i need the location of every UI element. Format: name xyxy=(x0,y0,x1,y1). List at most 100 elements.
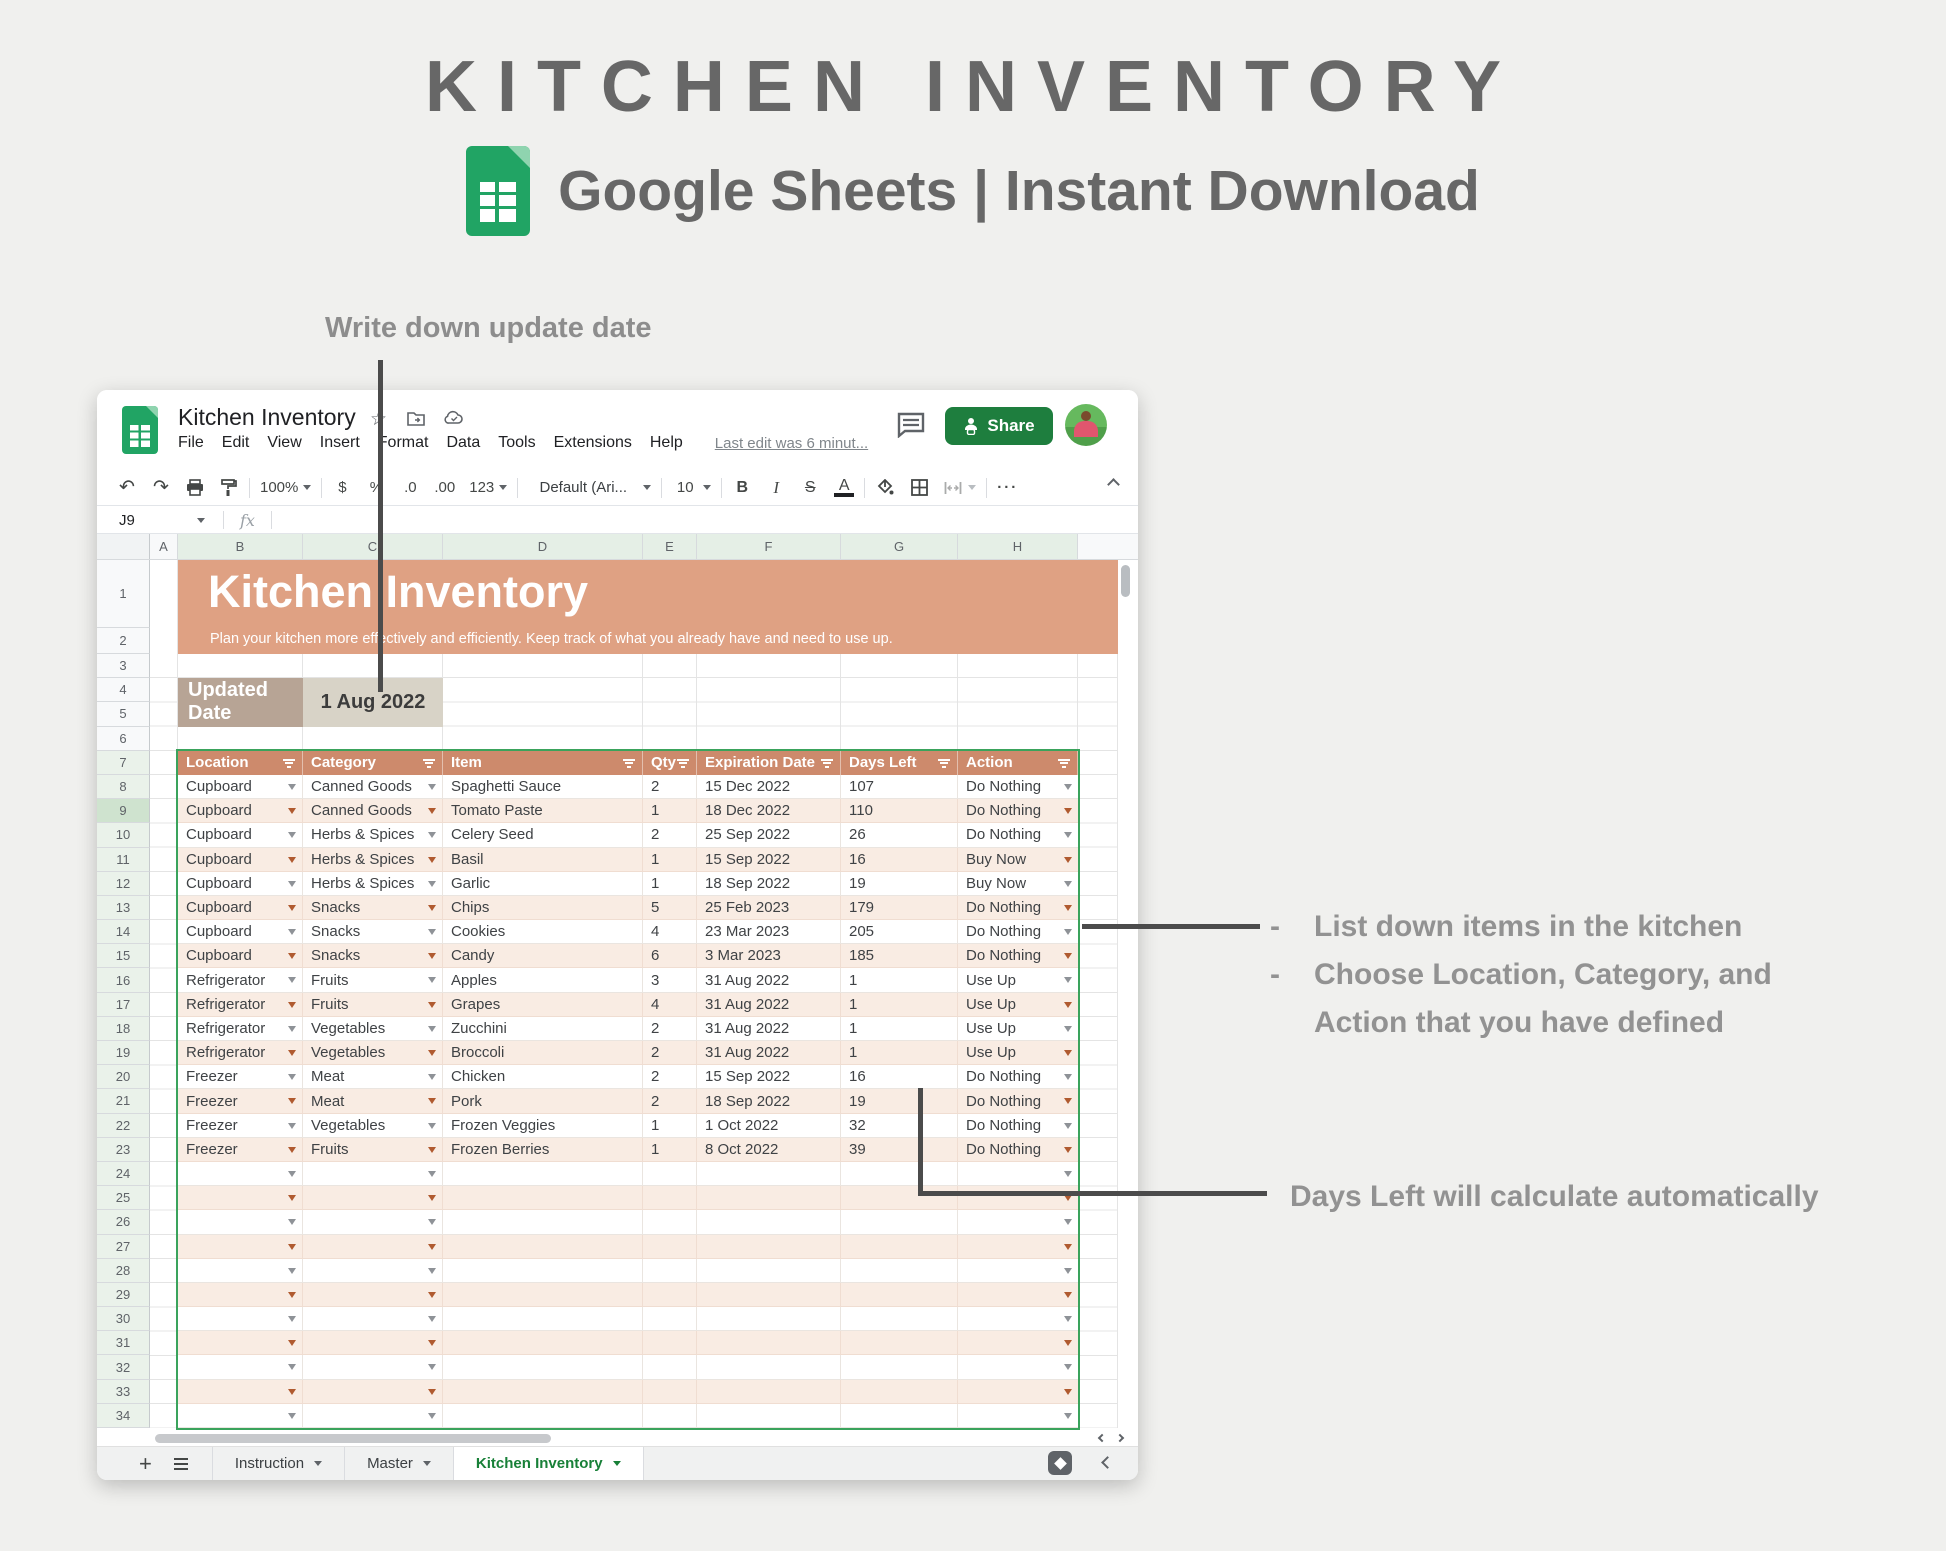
cell[interactable]: Buy Now xyxy=(958,848,1078,872)
column-header-H[interactable]: H xyxy=(958,534,1078,559)
dropdown-arrow-icon[interactable] xyxy=(288,1195,296,1201)
cell-empty[interactable] xyxy=(178,1307,303,1331)
cell[interactable]: Broccoli xyxy=(443,1041,643,1065)
cell[interactable]: Herbs & Spices xyxy=(303,823,443,847)
cell[interactable]: 179 xyxy=(841,896,958,920)
dropdown-arrow-icon[interactable] xyxy=(288,1050,296,1056)
cell[interactable]: Cupboard xyxy=(178,896,303,920)
cell[interactable]: 1 Oct 2022 xyxy=(697,1114,841,1138)
dropdown-arrow-icon[interactable] xyxy=(288,1098,296,1104)
dropdown-arrow-icon[interactable] xyxy=(288,1074,296,1080)
dropdown-arrow-icon[interactable] xyxy=(1064,1195,1072,1201)
cell[interactable]: Do Nothing xyxy=(958,896,1078,920)
menu-extensions[interactable]: Extensions xyxy=(554,434,632,452)
print-button[interactable] xyxy=(185,479,205,496)
strikethrough-button[interactable]: S xyxy=(800,479,820,497)
cell[interactable]: Meat xyxy=(303,1065,443,1089)
redo-button[interactable]: ↷ xyxy=(151,476,171,499)
cell[interactable]: 31 Aug 2022 xyxy=(697,968,841,992)
row-header-9[interactable]: 9 xyxy=(97,799,150,823)
cell-empty[interactable] xyxy=(958,1355,1078,1379)
cell-empty[interactable] xyxy=(697,1283,841,1307)
name-box[interactable]: J9 xyxy=(97,512,192,529)
cell[interactable]: 25 Sep 2022 xyxy=(697,823,841,847)
move-folder-icon[interactable] xyxy=(407,411,425,426)
cell[interactable]: Do Nothing xyxy=(958,1114,1078,1138)
filter-icon[interactable] xyxy=(623,759,635,768)
cell[interactable]: Vegetables xyxy=(303,1114,443,1138)
cell[interactable]: 1 xyxy=(841,993,958,1017)
borders-button[interactable] xyxy=(909,479,929,496)
cell[interactable]: Fruits xyxy=(303,1138,443,1162)
cell-empty[interactable] xyxy=(958,1259,1078,1283)
row-header-4[interactable]: 4 xyxy=(97,678,150,702)
cell[interactable]: Grapes xyxy=(443,993,643,1017)
italic-button[interactable]: I xyxy=(766,478,786,498)
row-header-1[interactable]: 1 xyxy=(97,560,150,628)
document-title[interactable]: Kitchen Inventory xyxy=(178,404,356,431)
cell-empty[interactable] xyxy=(178,1210,303,1234)
cell-empty[interactable] xyxy=(841,1307,958,1331)
dropdown-arrow-icon[interactable] xyxy=(1064,1098,1072,1104)
sheet-tab-master[interactable]: Master xyxy=(345,1447,454,1480)
table-header-days-left[interactable]: Days Left xyxy=(841,751,958,775)
column-header-E[interactable]: E xyxy=(643,534,697,559)
cell[interactable]: Cupboard xyxy=(178,799,303,823)
cell-empty[interactable] xyxy=(303,1283,443,1307)
dropdown-arrow-icon[interactable] xyxy=(428,1002,436,1008)
row-header-13[interactable]: 13 xyxy=(97,896,150,920)
sheets-logo-icon[interactable] xyxy=(122,406,158,454)
row-header-14[interactable]: 14 xyxy=(97,920,150,944)
menu-help[interactable]: Help xyxy=(650,434,683,452)
dropdown-arrow-icon[interactable] xyxy=(288,784,296,790)
increase-decimal-button[interactable]: .00 xyxy=(434,479,455,496)
dropdown-arrow-icon[interactable] xyxy=(1064,1364,1072,1370)
cell[interactable]: Do Nothing xyxy=(958,1138,1078,1162)
menu-data[interactable]: Data xyxy=(446,434,480,452)
scroll-left-icon[interactable] xyxy=(1098,1434,1106,1442)
dropdown-arrow-icon[interactable] xyxy=(1064,832,1072,838)
scroll-right-icon[interactable] xyxy=(1116,1434,1124,1442)
cell[interactable]: 18 Dec 2022 xyxy=(697,799,841,823)
cell[interactable]: 107 xyxy=(841,775,958,799)
dropdown-arrow-icon[interactable] xyxy=(428,1316,436,1322)
dropdown-arrow-icon[interactable] xyxy=(428,1098,436,1104)
filter-icon[interactable] xyxy=(1058,759,1070,768)
cell[interactable]: Vegetables xyxy=(303,1041,443,1065)
cell-empty[interactable] xyxy=(303,1210,443,1234)
comment-icon[interactable] xyxy=(897,412,925,438)
cell[interactable]: Refrigerator xyxy=(178,968,303,992)
menu-edit[interactable]: Edit xyxy=(222,434,250,452)
cell[interactable]: 39 xyxy=(841,1138,958,1162)
cell-empty[interactable] xyxy=(178,1331,303,1355)
dropdown-arrow-icon[interactable] xyxy=(1064,881,1072,887)
cell-empty[interactable] xyxy=(443,1259,643,1283)
cell[interactable]: Vegetables xyxy=(303,1017,443,1041)
cell[interactable]: Fruits xyxy=(303,968,443,992)
all-sheets-icon[interactable] xyxy=(174,1458,188,1470)
cell-empty[interactable] xyxy=(841,1283,958,1307)
cell[interactable]: Do Nothing xyxy=(958,799,1078,823)
dropdown-arrow-icon[interactable] xyxy=(428,1413,436,1419)
row-header-30[interactable]: 30 xyxy=(97,1307,150,1331)
cell-empty[interactable] xyxy=(958,1186,1078,1210)
dropdown-arrow-icon[interactable] xyxy=(288,905,296,911)
menu-file[interactable]: File xyxy=(178,434,204,452)
cell[interactable]: 16 xyxy=(841,848,958,872)
row-header-10[interactable]: 10 xyxy=(97,823,150,847)
cell-empty[interactable] xyxy=(958,1210,1078,1234)
dropdown-arrow-icon[interactable] xyxy=(288,1123,296,1129)
cell-empty[interactable] xyxy=(303,1259,443,1283)
cell[interactable]: Cupboard xyxy=(178,920,303,944)
cell-empty[interactable] xyxy=(643,1235,697,1259)
cell-empty[interactable] xyxy=(697,1380,841,1404)
dropdown-arrow-icon[interactable] xyxy=(428,1123,436,1129)
filter-icon[interactable] xyxy=(938,759,950,768)
cell[interactable]: Meat xyxy=(303,1089,443,1113)
filter-icon[interactable] xyxy=(677,759,689,768)
cell[interactable]: 1 xyxy=(643,848,697,872)
cell[interactable]: Basil xyxy=(443,848,643,872)
row-header-5[interactable]: 5 xyxy=(97,702,150,726)
dropdown-arrow-icon[interactable] xyxy=(288,1413,296,1419)
cell[interactable]: Freezer xyxy=(178,1114,303,1138)
